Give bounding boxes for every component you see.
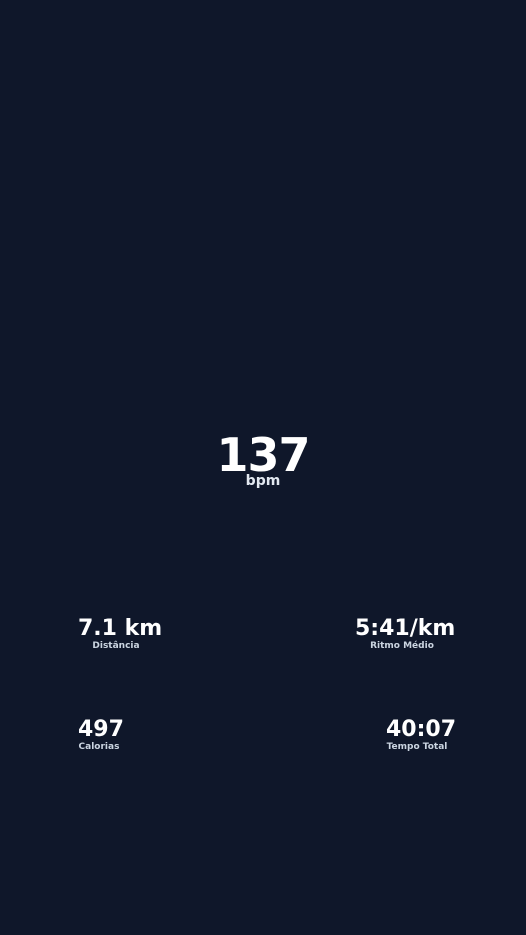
time-value: 40:07 bbox=[386, 717, 457, 742]
heart-rate-unit: bpm bbox=[245, 473, 281, 489]
pace-stat: 5:41/km Ritmo Médio bbox=[355, 616, 456, 652]
time-label: Tempo Total bbox=[386, 742, 448, 752]
heart-rate-display: 137 bpm bbox=[0, 430, 526, 488]
distance-label: Distância bbox=[92, 641, 140, 651]
distance-value: 7.1 km bbox=[78, 616, 163, 641]
calories-value: 497 bbox=[78, 717, 124, 742]
distance-stat: 7.1 km Distância bbox=[78, 616, 163, 652]
calories-label: Calorias bbox=[78, 742, 120, 752]
time-stat: 40:07 Tempo Total bbox=[386, 717, 457, 753]
pace-label: Ritmo Médio bbox=[370, 641, 434, 651]
calories-stat: 497 Calorias bbox=[78, 717, 124, 753]
pace-value: 5:41/km bbox=[355, 616, 456, 641]
